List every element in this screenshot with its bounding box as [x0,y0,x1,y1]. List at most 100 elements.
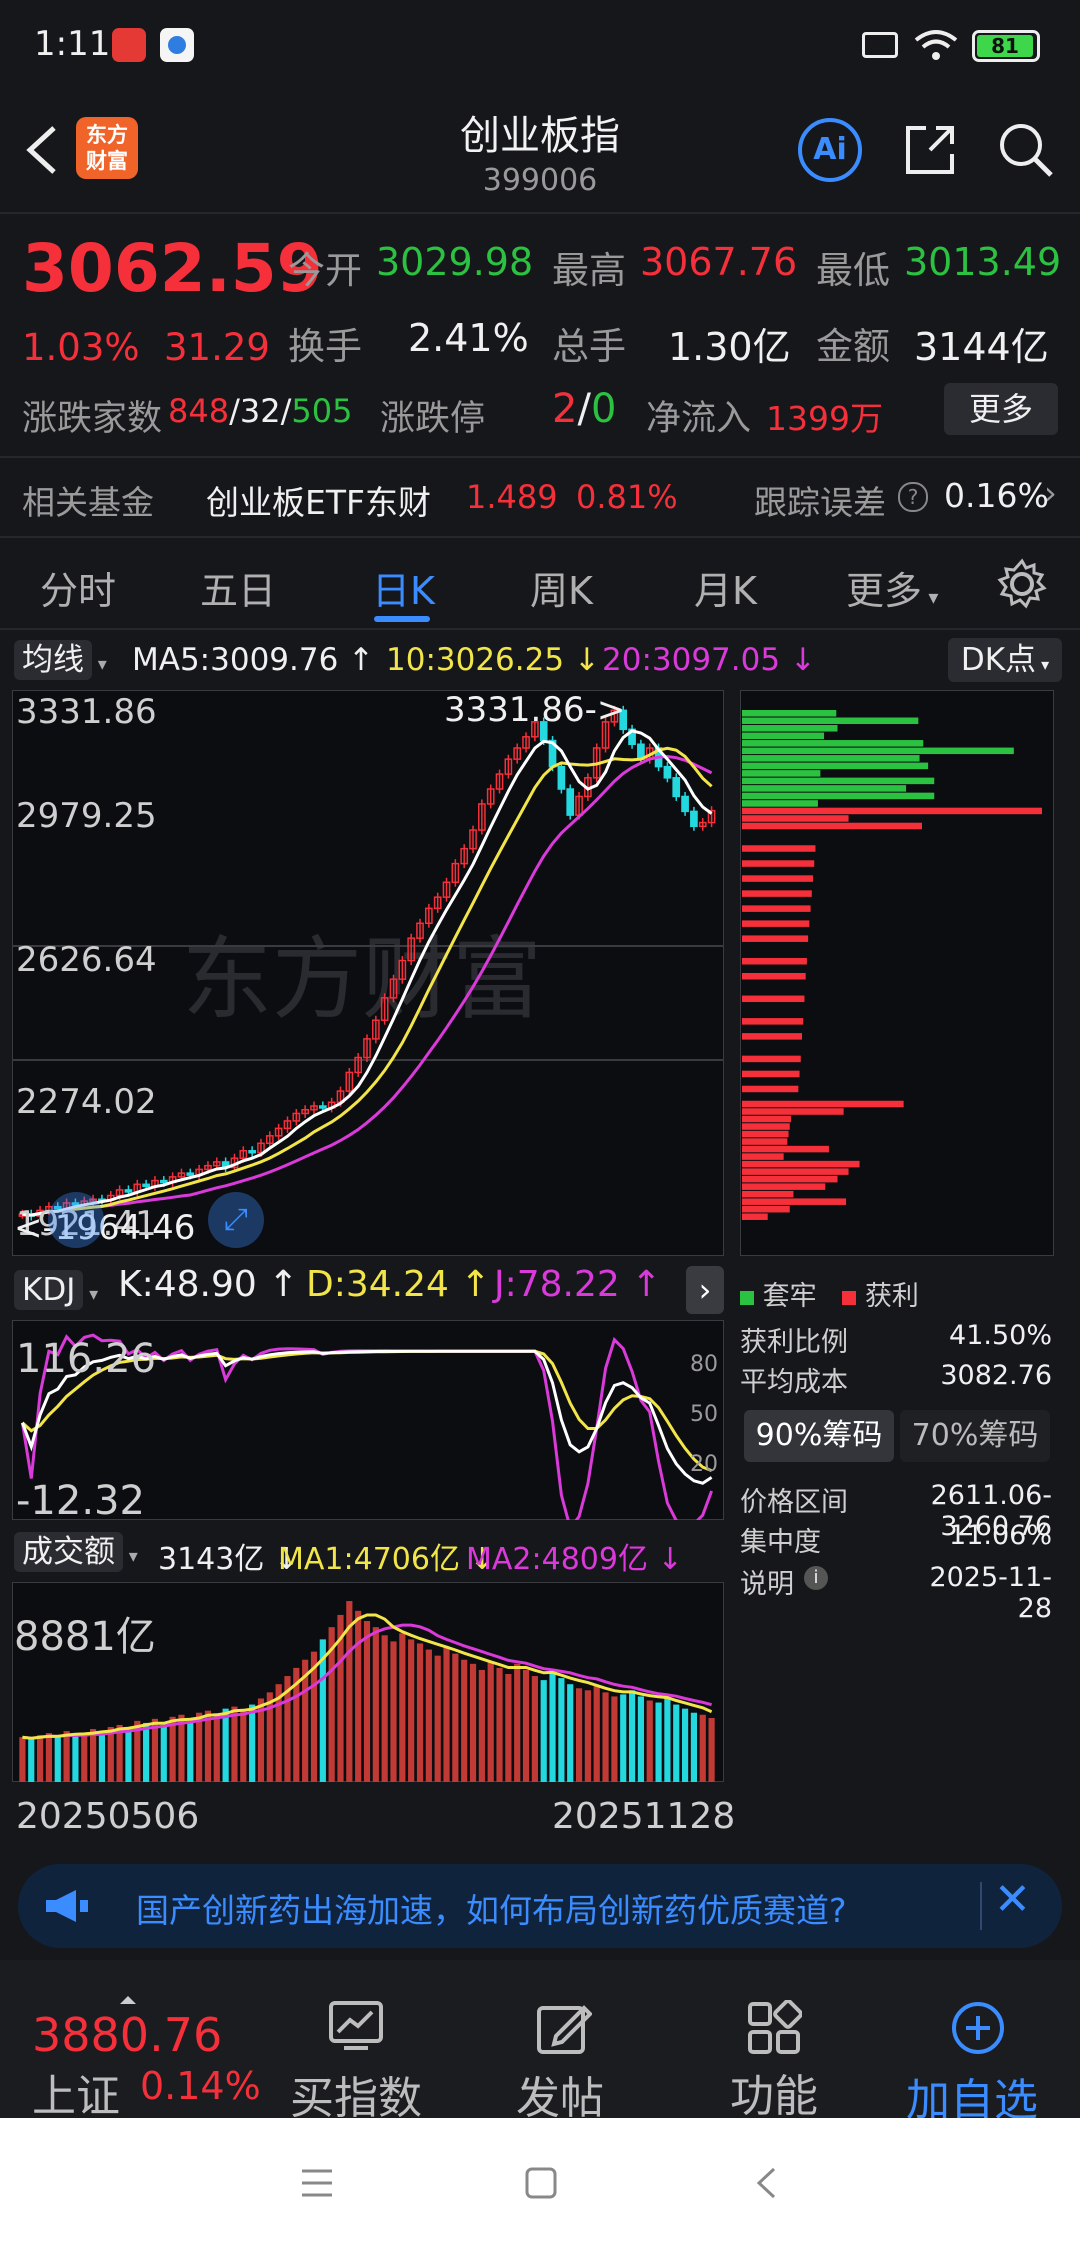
breadth-values: 848/32/505 [168,392,353,430]
note-date-value: 2025-11-28 [929,1562,1052,1624]
kdj-top-label: 116.26 [16,1336,156,1382]
period-tabs: 分时 五日 日K 周K 月K 更多 ▾ [0,538,1080,628]
volume-bar [628,1690,636,1782]
amount-label: 金额 [816,325,890,368]
candle [159,1179,168,1184]
limit-down: 0 [590,386,617,432]
chip-bar [742,875,814,882]
chip-bar [742,792,935,800]
candle [681,795,689,813]
divider [0,212,1080,214]
volume-bar [204,1710,212,1782]
chip-bar [742,732,825,740]
expand-icon[interactable]: ⤢ [208,1192,264,1248]
add-watchlist-button[interactable]: 加自选 [900,1960,1070,2126]
kdj-bottom-label: -12.32 [16,1478,145,1524]
kdj-j-text: J:78.22 [494,1264,620,1305]
volume-bar [231,1706,238,1782]
kdj-level-50: 50 [690,1402,718,1427]
tab-weekly-k[interactable]: 周K [530,560,593,615]
functions-button[interactable]: 功能 [710,1960,840,2122]
plus-circle-icon [952,2002,1004,2054]
indicator-next-button[interactable]: › [686,1266,724,1314]
volume-bar [522,1669,530,1782]
info-icon[interactable]: i [804,1566,828,1590]
volume-bar [355,1610,362,1782]
candle [142,1183,150,1188]
index-price: 3880.76 [32,2008,223,2062]
volume-bar [461,1659,468,1782]
settings-gear-icon[interactable] [996,558,1048,610]
volume-bar [602,1692,609,1782]
breadth-up: 848 [168,392,230,430]
post-button[interactable]: 发帖 [500,1960,630,2124]
volume-selector[interactable]: 成交额 ▾ [14,1530,138,1574]
chip-bar [742,1145,829,1153]
ma-selector[interactable]: 均线 ▾ [14,638,107,682]
volume-bar [567,1684,574,1782]
news-banner[interactable]: 国产创新药出海加速，如何布局创新药优质赛道? ✕ [18,1864,1062,1948]
volume-label: 总手 [552,325,626,368]
volume-bar [416,1643,424,1782]
legend-trapped: 套牢 [762,1281,817,1312]
amount-value: 3144亿 [914,325,1049,369]
ma-label: 均线 [14,640,92,680]
menu-icon[interactable] [300,2168,334,2198]
volume-bar [72,1735,79,1782]
ma5-text: MA5:3009.76 [132,642,339,678]
tab-more[interactable]: 更多 ▾ [846,560,938,615]
vol-ma2: MA2:4809亿 ↓ [466,1542,683,1577]
chip-bar [742,740,924,747]
chart-trend-icon [329,2001,383,2050]
candle [690,810,698,828]
volume-bar [646,1700,653,1782]
chip-bar [742,1018,804,1025]
post-label: 发帖 [516,2073,604,2124]
chip-bar [742,920,810,927]
vol-value-text: 3143亿 [158,1542,265,1577]
tab-five-day[interactable]: 五日 [200,560,276,615]
buy-index-button[interactable]: 买指数 [282,1960,432,2124]
more-button[interactable]: 更多 [944,383,1058,435]
close-icon[interactable]: ✕ [994,1874,1031,1925]
fund-price: 1.489 [466,478,558,516]
tab-intraday[interactable]: 分时 [40,560,116,615]
track-error-label: 跟踪误差 [754,483,886,522]
chip-bar [742,815,849,822]
chart-nav-left-icon[interactable] [48,1192,104,1248]
chip-bar [742,1213,768,1220]
chip-bar [742,1198,847,1205]
open-label: 今开 [288,249,362,292]
help-icon[interactable]: ? [898,482,928,512]
kdj-k: K:48.90 ↑ [118,1264,299,1305]
app-notification-icon [112,28,146,62]
volume-bar [699,1714,706,1782]
index-ticker[interactable]: 3880.76 上证 0.14% [0,1960,280,2122]
indicator-selector[interactable]: KDJ ▾ [14,1268,98,1312]
chip-90-button[interactable]: 90%筹码 [744,1410,894,1462]
home-icon[interactable] [524,2166,558,2200]
chip-bar [742,747,1014,755]
chip-bar [742,770,821,777]
related-fund-row[interactable]: 相关基金 创业板ETF东财 1.489 0.81% 跟踪误差 ? 0.16% › [0,458,1080,536]
chip-bar [742,1055,801,1063]
ai-button[interactable]: Ai [798,118,862,182]
tab-monthly-k[interactable]: 月K [694,560,757,615]
chip-70-button[interactable]: 70%筹码 [900,1410,1050,1462]
volume-bar [81,1733,88,1782]
search-icon[interactable] [996,120,1056,180]
vol-top-label: 8881亿 [14,1614,156,1660]
kdj-d: D:34.24 ↑ [306,1264,491,1305]
back-nav-icon[interactable] [754,2166,778,2200]
index-pct: 0.14% [140,2064,261,2108]
tab-daily-k[interactable]: 日K [372,560,435,615]
share-icon[interactable] [900,120,960,180]
high-value: 3067.76 [640,240,798,284]
candle [663,765,672,779]
high-annotation: 3331.86-> [444,690,626,730]
volume-bar [487,1661,494,1782]
dk-point-button[interactable]: DK点 ▾ [948,638,1062,682]
price-axis-label: 2979.25 [16,796,157,836]
kdj-level-80: 80 [690,1352,718,1377]
volume-bar [169,1716,176,1782]
